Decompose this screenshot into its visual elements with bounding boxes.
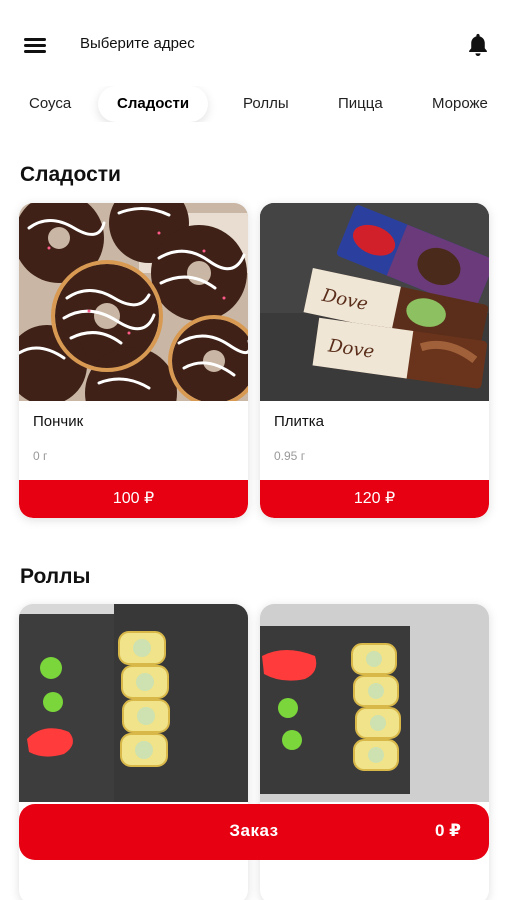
chocolate-bar-image: Dove Dove <box>260 203 489 401</box>
price-button[interactable]: 120 ₽ <box>260 480 489 518</box>
order-label: Заказ <box>229 821 279 840</box>
section-title-sweets: Сладости <box>20 163 121 186</box>
tab-rolls[interactable]: Роллы <box>243 86 289 122</box>
order-total: 0 ₽ <box>434 821 461 840</box>
top-bar: Выберите адрес <box>0 0 507 88</box>
tab-sweets[interactable]: Сладости <box>98 86 209 122</box>
address-selector[interactable]: Выберите адрес <box>80 35 195 52</box>
tab-pizza[interactable]: Пицца <box>338 86 383 122</box>
product-weight: 0.95 г <box>274 449 306 463</box>
price-button[interactable]: 100 ₽ <box>19 480 248 518</box>
notification-bell-icon[interactable] <box>464 31 492 59</box>
rolls-image <box>260 604 489 802</box>
product-card-donut[interactable]: Пончик 0 г 100 ₽ <box>19 203 248 518</box>
hamburger-menu-icon[interactable] <box>24 38 46 53</box>
order-button[interactable]: Заказ 0 ₽ <box>19 804 489 860</box>
donut-image <box>19 203 248 401</box>
product-name: Пончик <box>33 413 84 430</box>
tab-sauces[interactable]: Соуса <box>29 86 71 122</box>
category-tabs: Соуса Сладости Роллы Пицца Мороже <box>0 86 507 122</box>
tab-ice-cream[interactable]: Мороже <box>432 86 488 122</box>
rolls-image <box>19 604 248 802</box>
product-card-chocolate-bar[interactable]: Dove Dove Плитка 0.95 г 120 ₽ <box>260 203 489 518</box>
product-weight: 0 г <box>33 449 48 463</box>
section-title-rolls: Роллы <box>20 565 91 588</box>
product-name: Плитка <box>274 413 325 430</box>
